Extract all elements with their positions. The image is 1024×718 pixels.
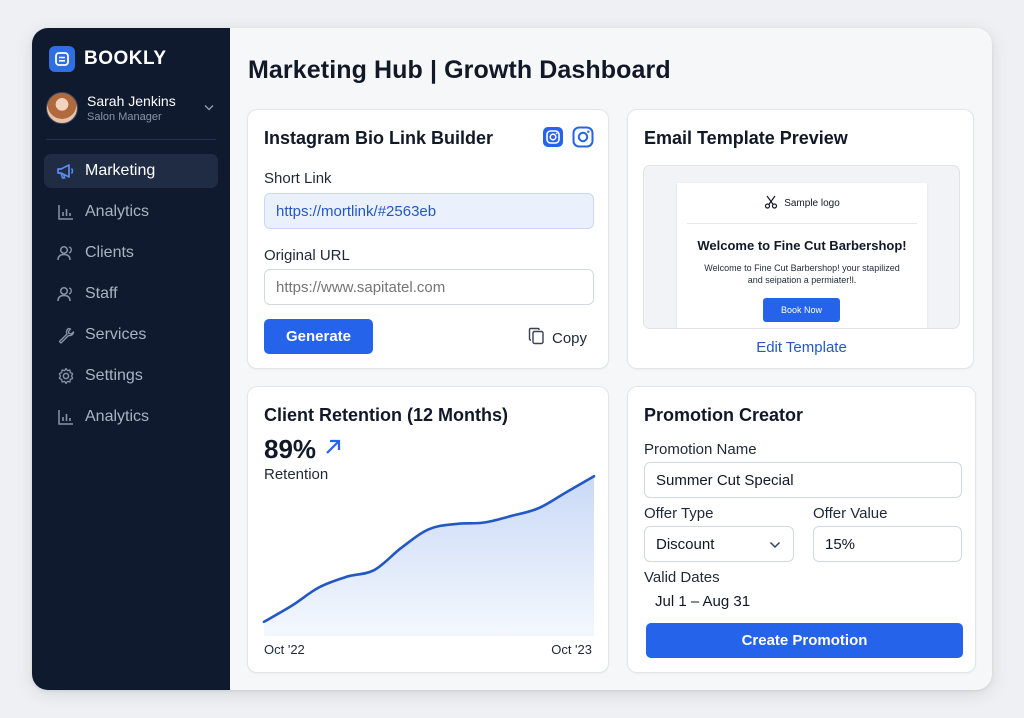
valid-dates-value[interactable]: Jul 1 – Aug 31 [655,593,750,610]
sidebar-item-analytics[interactable]: Analytics [44,195,218,229]
offer-value-label: Offer Value [813,505,888,522]
create-promotion-label: Create Promotion [741,632,868,649]
bar-chart-icon [56,202,76,222]
user-menu[interactable]: Sarah Jenkins Salon Manager [46,92,218,124]
user-name: Sarah Jenkins [87,92,176,109]
card-title: Instagram Bio Link Builder [264,128,494,148]
wrench-icon [56,325,76,345]
create-promotion-button[interactable]: Create Promotion [646,623,963,658]
brand-name: BOOKLY [84,48,167,69]
copy-button[interactable]: Copy [528,327,587,349]
offer-type-label: Offer Type [644,505,714,522]
instagram-icon[interactable] [572,126,594,153]
short-link-field[interactable]: https://mortlink/#2563eb [264,193,594,229]
brand[interactable]: BOOKLY [49,46,167,72]
email-preview-frame: Sample logo Welcome to Fine Cut Barbersh… [643,165,960,329]
sidebar-item-settings[interactable]: Settings [44,359,218,393]
instagram-app-icon[interactable] [542,126,564,153]
sidebar-item-label: Analytics [85,203,150,220]
sidebar-item-label: Marketing [85,162,156,179]
retention-chart [262,474,596,636]
offer-type-value: Discount [656,535,715,553]
copy-label: Copy [552,329,588,347]
gear-icon [56,366,76,386]
megaphone-icon [56,161,76,181]
app-window: BOOKLY Sarah Jenkins Salon Manager Marke… [32,28,992,690]
short-link-value: https://mortlink/#2563eb [276,202,437,220]
edit-template-link[interactable]: Edit Template [628,339,975,356]
generate-button[interactable]: Generate [264,319,373,354]
user-role: Salon Manager [87,110,162,123]
email-logo: Sample logo [677,195,927,212]
book-now-label: Book Now [780,305,823,315]
email-body-line: and seipation a permiater!l. [747,275,857,285]
offer-value-value: 15% [825,535,856,553]
scissors-icon [764,195,778,212]
page-title: Marketing Hub | Growth Dashboard [248,56,671,84]
sidebar-item-analytics-2[interactable]: Analytics [44,400,218,434]
card-title: Email Template Preview [644,128,848,148]
short-link-label: Short Link [264,170,332,187]
staff-icon [56,284,76,304]
x-tick-label: Oct '22 [264,642,305,657]
chevron-down-icon[interactable] [204,103,214,114]
sidebar-divider [46,139,216,140]
email-template-card: Email Template Preview Sample logo Welco… [627,109,974,369]
sidebar-item-label: Clients [85,244,134,261]
email-logo-text: Sample logo [784,198,840,209]
email-divider [687,223,917,224]
sidebar-nav: Marketing Analytics Clients Staff Servic… [44,154,218,441]
avatar [46,92,78,124]
sidebar-item-clients[interactable]: Clients [44,236,218,270]
sidebar: BOOKLY Sarah Jenkins Salon Manager Marke… [32,28,230,690]
copy-icon [528,327,545,349]
bookly-logo-icon [49,46,75,72]
sidebar-item-label: Staff [85,285,118,302]
promotion-creator-card: Promotion Creator Promotion Name Summer … [627,386,976,673]
sidebar-item-label: Services [85,326,147,343]
generate-button-label: Generate [285,328,352,345]
original-url-label: Original URL [264,247,350,264]
promotion-name-label: Promotion Name [644,441,757,458]
sidebar-item-staff[interactable]: Staff [44,277,218,311]
email-body-line: Welcome to Fine Cut Barbershop! your sta… [704,263,900,273]
email-body: Welcome to Fine Cut Barbershop! your sta… [677,262,927,286]
promotion-name-value: Summer Cut Special [656,471,794,489]
chevron-down-icon [769,536,781,553]
x-tick-label: Oct '23 [551,642,592,657]
sidebar-item-label: Analytics [85,408,150,425]
email-heading: Welcome to Fine Cut Barbershop! [697,238,907,253]
main-content: Marketing Hub | Growth Dashboard Instagr… [230,28,992,690]
client-retention-card: Client Retention (12 Months) 89% Retenti… [247,386,609,673]
clients-icon [56,243,76,263]
offer-type-select[interactable]: Discount [644,526,794,562]
bar-chart-icon [56,407,76,427]
promotion-name-input[interactable]: Summer Cut Special [644,462,962,498]
offer-value-input[interactable]: 15% [813,526,962,562]
sidebar-item-marketing[interactable]: Marketing [44,154,218,188]
book-now-button[interactable]: Book Now [763,298,840,322]
card-title: Promotion Creator [644,405,804,425]
original-url-input[interactable] [264,269,594,305]
chart-area-fill [264,476,594,635]
sidebar-item-services[interactable]: Services [44,318,218,352]
valid-dates-label: Valid Dates [644,569,720,586]
sidebar-item-label: Settings [85,367,143,384]
instagram-bio-link-card: Instagram Bio Link Builder Short Link ht… [247,109,609,369]
email-preview: Sample logo Welcome to Fine Cut Barbersh… [677,183,927,328]
